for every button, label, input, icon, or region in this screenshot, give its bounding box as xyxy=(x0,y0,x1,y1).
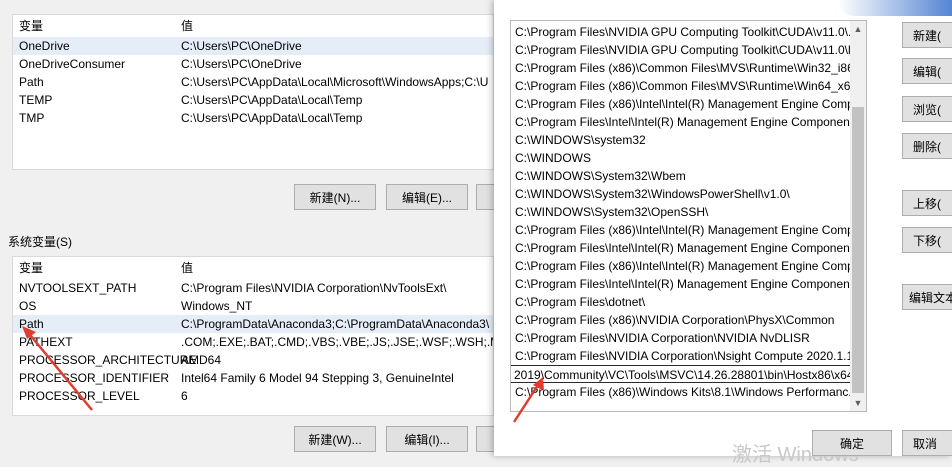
title-accent xyxy=(838,0,952,16)
table-row[interactable]: OneDrive C:\Users\PC\OneDrive xyxy=(13,37,493,55)
table-row[interactable]: NVTOOLSEXT_PATH C:\Program Files\NVIDIA … xyxy=(13,279,493,297)
var-name: OS xyxy=(19,299,37,313)
ok-button[interactable]: 确定 xyxy=(812,430,892,456)
path-entry[interactable]: C:\WINDOWS\System32\WindowsPowerShell\v1… xyxy=(511,185,866,203)
header-variable: 变量 xyxy=(19,19,44,33)
user-delete-button[interactable] xyxy=(476,184,496,210)
table-row[interactable]: TEMP C:\Users\PC\AppData\Local\Temp xyxy=(13,91,493,109)
scroll-up-icon[interactable]: ▲ xyxy=(850,21,866,37)
var-name: OneDriveConsumer xyxy=(19,57,126,71)
var-value: .COM;.EXE;.BAT;.CMD;.VBS;.VBE;.JS;.JSE;.… xyxy=(181,335,493,349)
path-entry[interactable]: C:\Program Files (x86)\Intel\Intel(R) Ma… xyxy=(511,95,866,113)
path-entry[interactable]: C:\WINDOWS xyxy=(511,149,866,167)
path-entry[interactable]: C:\Program Files\Intel\Intel(R) Manageme… xyxy=(511,113,866,131)
move-down-button[interactable]: 下移( xyxy=(902,227,952,253)
path-entry[interactable]: C:\Program Files\NVIDIA Corporation\Nsig… xyxy=(511,347,866,365)
system-delete-button[interactable] xyxy=(476,426,496,452)
user-variables-list[interactable]: 变量 值 OneDrive C:\Users\PC\OneDrive OneDr… xyxy=(12,14,494,170)
var-value: Intel64 Family 6 Model 94 Stepping 3, Ge… xyxy=(181,371,454,385)
var-name: OneDrive xyxy=(19,39,70,53)
path-entry[interactable]: C:\Program Files (x86)\Windows Kits\8.1\… xyxy=(511,383,866,401)
table-row[interactable]: OneDriveConsumer C:\Users\PC\OneDrive xyxy=(13,55,493,73)
red-arrow-icon xyxy=(22,326,93,411)
var-value: AMD64 xyxy=(181,353,222,367)
path-entry[interactable]: C:\Program Files (x86)\Intel\Intel(R) Ma… xyxy=(511,257,866,275)
header-value: 值 xyxy=(181,19,194,33)
path-entry[interactable]: C:\Program Files\dotnet\ xyxy=(511,293,866,311)
header-value: 值 xyxy=(181,261,194,275)
system-vars-header: 变量 值 xyxy=(13,259,493,277)
edit-text-button[interactable]: 编辑文本 xyxy=(902,284,952,310)
var-name: NVTOOLSEXT_PATH xyxy=(19,281,137,295)
scroll-down-icon[interactable]: ▼ xyxy=(850,395,866,411)
path-entry[interactable]: C:\WINDOWS\System32\Wbem xyxy=(511,167,866,185)
delete-button[interactable]: 删除( xyxy=(902,133,952,159)
path-entry[interactable]: C:\Program Files (x86)\Common Files\MVS\… xyxy=(511,77,866,95)
path-entry[interactable]: C:\Program Files\NVIDIA Corporation\NVID… xyxy=(511,329,866,347)
red-arrow-icon xyxy=(512,377,544,423)
var-name: TMP xyxy=(19,111,45,125)
new-entry-button[interactable]: 新建( xyxy=(902,22,952,48)
path-entry[interactable]: C:\Program Files\Intel\Intel(R) Manageme… xyxy=(511,275,866,293)
browse-button[interactable]: 浏览( xyxy=(902,96,952,122)
path-entries-list[interactable]: C:\Program Files\NVIDIA GPU Computing To… xyxy=(510,20,867,412)
path-entry[interactable]: C:\Program Files (x86)\Common Files\MVS\… xyxy=(511,59,866,77)
user-vars-header: 变量 值 xyxy=(13,17,493,35)
cancel-button[interactable]: 取消 xyxy=(902,430,952,456)
header-variable: 变量 xyxy=(19,261,44,275)
scrollbar[interactable]: ▲ ▼ xyxy=(850,21,866,411)
path-entry[interactable]: C:\Program Files\NVIDIA GPU Computing To… xyxy=(511,41,866,59)
path-entry[interactable]: C:\Program Files\Intel\Intel(R) Manageme… xyxy=(511,239,866,257)
edit-path-dialog: C:\Program Files\NVIDIA GPU Computing To… xyxy=(494,0,952,466)
system-vars-title: 系统变量(S) xyxy=(8,235,72,249)
system-new-button[interactable]: 新建(W)... xyxy=(294,426,376,452)
path-entry-editing[interactable]: 2019\Community\VC\Tools\MSVC\14.26.28801… xyxy=(511,365,866,383)
var-name: Path xyxy=(19,75,44,89)
var-value: C:\Users\PC\AppData\Local\Microsoft\Wind… xyxy=(181,75,489,89)
path-entry[interactable]: C:\Program Files\NVIDIA GPU Computing To… xyxy=(511,23,866,41)
var-value: C:\Users\PC\AppData\Local\Temp xyxy=(181,93,363,107)
scroll-thumb[interactable] xyxy=(852,107,864,393)
move-up-button[interactable]: 上移( xyxy=(902,190,952,216)
table-row[interactable]: OS Windows_NT xyxy=(13,297,493,315)
var-value: Windows_NT xyxy=(181,299,253,313)
edit-entry-button[interactable]: 编辑( xyxy=(902,58,952,84)
table-row[interactable]: Path C:\Users\PC\AppData\Local\Microsoft… xyxy=(13,73,493,91)
var-value: C:\Program Files\NVIDIA Corporation\NvTo… xyxy=(181,281,447,295)
table-row[interactable]: TMP C:\Users\PC\AppData\Local\Temp xyxy=(13,109,493,127)
var-value: C:\Users\PC\OneDrive xyxy=(181,57,302,71)
var-value: C:\Users\PC\AppData\Local\Temp xyxy=(181,111,363,125)
path-entry[interactable]: C:\Program Files (x86)\Intel\Intel(R) Ma… xyxy=(511,221,866,239)
path-entry[interactable]: C:\Program Files (x86)\NVIDIA Corporatio… xyxy=(511,311,866,329)
var-value: C:\ProgramData\Anaconda3;C:\ProgramData\… xyxy=(181,317,490,331)
path-entry[interactable]: C:\WINDOWS\System32\OpenSSH\ xyxy=(511,203,866,221)
var-value: C:\Users\PC\OneDrive xyxy=(181,39,302,53)
path-entry[interactable]: C:\WINDOWS\system32 xyxy=(511,131,866,149)
var-value: 6 xyxy=(181,389,188,403)
user-new-button[interactable]: 新建(N)... xyxy=(294,184,376,210)
var-name: TEMP xyxy=(19,93,53,107)
user-edit-button[interactable]: 编辑(E)... xyxy=(386,184,468,210)
system-edit-button[interactable]: 编辑(I)... xyxy=(386,426,468,452)
